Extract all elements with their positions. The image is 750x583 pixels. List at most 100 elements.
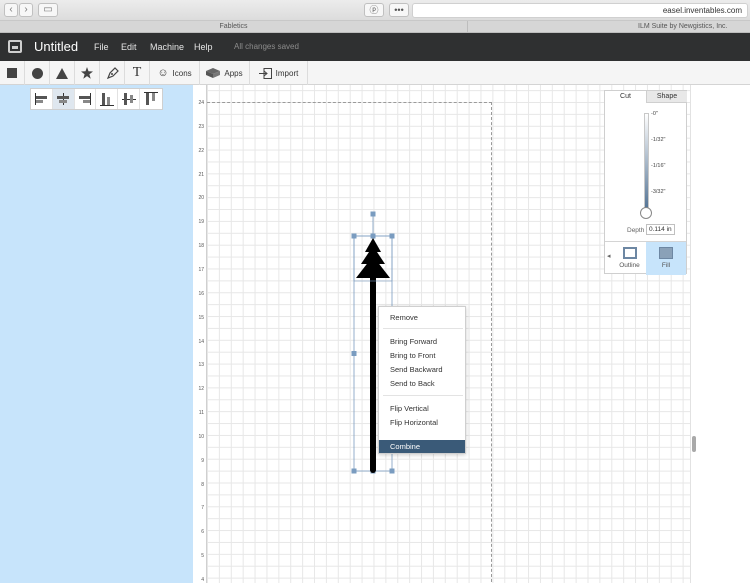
menu-flip-vertical[interactable]: Flip Vertical bbox=[379, 402, 465, 415]
ruler-tick-label: 22 bbox=[198, 147, 204, 154]
fill-swatch-icon bbox=[659, 247, 673, 259]
align-left-button[interactable] bbox=[31, 89, 53, 109]
menu-divider bbox=[383, 328, 463, 329]
square-icon bbox=[7, 68, 17, 78]
ruler-tick-label: 12 bbox=[198, 386, 204, 393]
ruler-tick-label: 4 bbox=[201, 577, 204, 583]
ruler-tick-label: 21 bbox=[198, 171, 204, 178]
alignment-toolbar bbox=[30, 88, 163, 110]
pinterest-icon[interactable]: ⓟ bbox=[364, 3, 384, 17]
ruler-tick-label: 13 bbox=[198, 362, 204, 369]
ruler-tick-label: 15 bbox=[198, 314, 204, 321]
ruler-tick-label: 19 bbox=[198, 219, 204, 226]
star-icon bbox=[81, 67, 93, 79]
fill-option[interactable]: Fill bbox=[646, 242, 686, 275]
align-left-icon bbox=[35, 93, 48, 105]
apps-icon bbox=[206, 68, 221, 78]
ruler-tick-label: 24 bbox=[198, 100, 204, 106]
menu-remove[interactable]: Remove bbox=[379, 311, 465, 324]
depth-tick-label: -1/32" bbox=[651, 137, 666, 143]
depth-label: Depth bbox=[627, 227, 645, 234]
menu-send-to-back[interactable]: Send to Back bbox=[379, 377, 465, 390]
align-right-icon bbox=[79, 93, 92, 105]
square-tool[interactable] bbox=[0, 61, 25, 85]
align-bottom-button[interactable] bbox=[96, 89, 119, 109]
ruler-tick-label: 18 bbox=[198, 243, 204, 250]
depth-tick-label: -0" bbox=[651, 111, 658, 117]
ruler-tick-label: 11 bbox=[198, 410, 204, 417]
fill-label: Fill bbox=[661, 262, 671, 269]
app-header: Untitled File Edit Machine Help All chan… bbox=[0, 33, 750, 61]
cut-settings-panel: Cut Shape -0" -1/32" -1/16" -3/32" Depth… bbox=[604, 90, 687, 275]
text-icon: T bbox=[132, 65, 142, 80]
context-menu: Remove Bring Forward Bring to Front Send… bbox=[378, 306, 466, 454]
import-button[interactable]: Import bbox=[250, 61, 308, 85]
browser-tab-ilm[interactable]: ILM Suite by Newgistics, Inc. bbox=[468, 21, 750, 33]
pen-tool[interactable] bbox=[100, 61, 125, 85]
apps-label: Apps bbox=[224, 68, 243, 78]
outline-option[interactable]: Outline bbox=[612, 242, 647, 275]
align-top-icon bbox=[144, 92, 159, 105]
smiley-icon: ☺ bbox=[157, 67, 169, 79]
ruler-tick-label: 8 bbox=[201, 481, 204, 488]
align-center-button[interactable] bbox=[52, 89, 75, 109]
ruler-tick-label: 14 bbox=[198, 338, 204, 345]
project-title[interactable]: Untitled bbox=[34, 39, 78, 54]
scrollbar-thumb[interactable] bbox=[692, 436, 696, 452]
menu-divider bbox=[383, 395, 463, 396]
import-icon bbox=[258, 67, 272, 79]
icons-button[interactable]: ☺ Icons bbox=[150, 61, 200, 85]
more-icon[interactable]: ••• bbox=[389, 3, 409, 17]
tab-cut[interactable]: Cut bbox=[605, 91, 646, 103]
cut-style-selector: ◂ Outline Fill bbox=[605, 241, 686, 275]
caret-left-icon[interactable]: ◂ bbox=[607, 252, 611, 260]
ruler-tick-label: 20 bbox=[198, 195, 204, 202]
back-icon[interactable]: ‹ bbox=[4, 3, 18, 17]
ruler-tick-label: 9 bbox=[201, 457, 204, 464]
menu-bring-forward[interactable]: Bring Forward bbox=[379, 335, 465, 348]
align-right-button[interactable] bbox=[75, 89, 97, 109]
vertical-ruler: 24 23 22 21 20 19 18 17 16 15 14 13 12 11 10 9 8 7 6 5 4 bbox=[193, 85, 207, 583]
browser-tab-fabletics[interactable]: Fabletics bbox=[0, 21, 468, 33]
menu-help[interactable]: Help bbox=[194, 42, 213, 52]
align-top-button[interactable] bbox=[140, 89, 162, 109]
tab-shape[interactable]: Shape bbox=[646, 91, 687, 103]
star-tool[interactable] bbox=[75, 61, 100, 85]
ruler-tick-label: 16 bbox=[198, 290, 204, 297]
ruler-tick-label: 23 bbox=[198, 123, 204, 130]
outline-swatch-icon bbox=[622, 247, 637, 259]
align-middle-button[interactable] bbox=[118, 89, 141, 109]
menu-send-backward[interactable]: Send Backward bbox=[379, 363, 465, 376]
shape-toolbar: T ☺ Icons Apps Import bbox=[0, 61, 750, 85]
easel-logo-icon[interactable] bbox=[8, 40, 22, 53]
depth-input[interactable]: 0.114 in bbox=[646, 224, 675, 235]
depth-tick-label: -3/32" bbox=[651, 189, 666, 195]
depth-tick-label: -1/16" bbox=[651, 163, 666, 169]
triangle-tool[interactable] bbox=[50, 61, 75, 85]
text-tool[interactable]: T bbox=[125, 61, 150, 85]
triangle-icon bbox=[56, 67, 68, 79]
address-bar[interactable]: easel.inventables.com bbox=[412, 3, 748, 18]
menu-file[interactable]: File bbox=[94, 42, 109, 52]
pen-icon bbox=[106, 66, 119, 79]
depth-slider-track[interactable] bbox=[644, 113, 649, 213]
right-gutter bbox=[690, 85, 750, 583]
depth-slider-handle[interactable] bbox=[640, 207, 652, 219]
icons-label: Icons bbox=[172, 68, 192, 78]
browser-tabs: Fabletics ILM Suite by Newgistics, Inc. bbox=[0, 21, 750, 33]
sidebar-toggle-icon[interactable]: ▭ bbox=[38, 3, 58, 17]
circle-tool[interactable] bbox=[25, 61, 50, 85]
ruler-tick-label: 17 bbox=[198, 266, 204, 273]
apps-button[interactable]: Apps bbox=[200, 61, 250, 85]
align-center-icon bbox=[57, 93, 70, 105]
circle-icon bbox=[31, 67, 43, 79]
menu-combine[interactable]: Combine bbox=[379, 440, 465, 453]
menu-edit[interactable]: Edit bbox=[121, 42, 137, 52]
menu-flip-horizontal[interactable]: Flip Horizontal bbox=[379, 416, 465, 429]
align-middle-icon bbox=[121, 93, 136, 105]
align-bottom-icon bbox=[99, 93, 114, 106]
menu-machine[interactable]: Machine bbox=[150, 42, 184, 52]
ruler-tick-label: 10 bbox=[198, 433, 204, 440]
forward-icon[interactable]: › bbox=[19, 3, 33, 17]
menu-bring-to-front[interactable]: Bring to Front bbox=[379, 349, 465, 362]
